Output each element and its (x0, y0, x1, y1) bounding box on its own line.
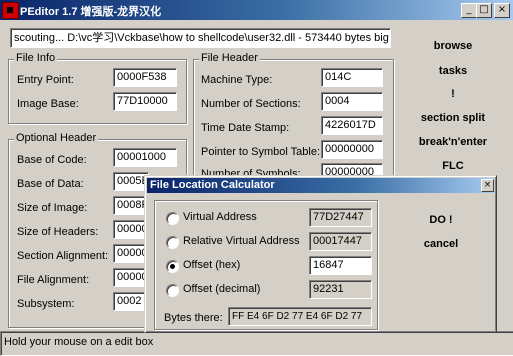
number-of-sections-field[interactable]: 0004 (321, 92, 383, 111)
status-text: Hold your mouse on a edit box (4, 336, 154, 348)
cancel-button[interactable]: cancel (397, 238, 485, 250)
machine-type-field[interactable]: 014C (321, 68, 383, 87)
path-field[interactable]: scouting... D:\vc学习\Vckbase\how to shell… (10, 28, 391, 48)
size-of-headers-label: Size of Headers: (17, 226, 99, 238)
minimize-button[interactable]: _ (461, 3, 477, 18)
base-of-code-field[interactable]: 00001000 (113, 148, 177, 167)
pointer-to-symbol-table-field[interactable]: 00000000 (321, 140, 383, 159)
offset-decimal-label: Offset (decimal) (183, 283, 261, 295)
relative-virtual-address-label: Relative Virtual Address (183, 235, 300, 247)
entry-point-field[interactable]: 0000F538 (113, 68, 177, 87)
virtual-address-radio[interactable] (166, 212, 179, 225)
section-split-button[interactable]: section split (400, 112, 506, 124)
file-info-title: File Info (14, 52, 58, 64)
image-base-label: Image Base: (17, 98, 79, 110)
break-n-enter-button[interactable]: break'n'enter (400, 136, 506, 148)
window-title: PEditor 1.7 增强版-龙界汉化 (20, 6, 162, 18)
subsystem-label: Subsystem: (17, 298, 75, 310)
dialog-title-bar: File Location Calculator × (147, 178, 494, 193)
file-alignment-label: File Alignment: (17, 274, 90, 286)
browse-button[interactable]: browse (400, 40, 506, 52)
do-button[interactable]: DO ! (397, 214, 485, 226)
time-date-stamp-field[interactable]: 4226017D (321, 116, 383, 135)
offset-hex-radio[interactable] (166, 260, 179, 273)
offset-hex-label: Offset (hex) (183, 259, 241, 271)
image-base-field[interactable]: 77D10000 (113, 92, 177, 111)
exclaim-button[interactable]: ! (400, 88, 506, 100)
base-of-data-label: Base of Data: (17, 178, 84, 190)
bytes-there-field[interactable]: FF E4 6F D2 77 E4 6F D2 77 (228, 307, 372, 326)
offset-hex-field[interactable]: 16847 (309, 256, 372, 275)
file-location-calculator-dialog: File Location Calculator × Virtual Addre… (144, 175, 497, 333)
dialog-title: File Location Calculator (150, 179, 275, 191)
flc-button[interactable]: FLC (400, 160, 506, 172)
size-of-image-label: Size of Image: (17, 202, 88, 214)
offset-decimal-field[interactable]: 92231 (309, 280, 372, 299)
status-bar: Hold your mouse on a edit box (0, 331, 513, 356)
time-date-stamp-label: Time Date Stamp: (201, 122, 290, 134)
machine-type-label: Machine Type: (201, 74, 273, 86)
relative-virtual-address-field[interactable]: 00017447 (309, 232, 372, 251)
section-alignment-label: Section Alignment: (17, 250, 109, 262)
number-of-sections-label: Number of Sections: (201, 98, 301, 110)
relative-virtual-address-radio[interactable] (166, 236, 179, 249)
optional-header-title: Optional Header (14, 132, 99, 144)
app-icon (2, 2, 19, 19)
virtual-address-field[interactable]: 77D27447 (309, 208, 372, 227)
close-button[interactable]: × (494, 3, 510, 18)
file-header-title: File Header (199, 52, 260, 64)
tasks-button[interactable]: tasks (400, 65, 506, 77)
pointer-to-symbol-table-label: Pointer to Symbol Table: (201, 146, 321, 158)
bytes-there-label: Bytes there: (164, 312, 223, 324)
maximize-button[interactable]: □ (476, 3, 492, 18)
entry-point-label: Entry Point: (17, 74, 74, 86)
dialog-close-button[interactable]: × (481, 179, 494, 192)
base-of-code-label: Base of Code: (17, 154, 87, 166)
offset-decimal-radio[interactable] (166, 284, 179, 297)
virtual-address-label: Virtual Address (183, 211, 257, 223)
